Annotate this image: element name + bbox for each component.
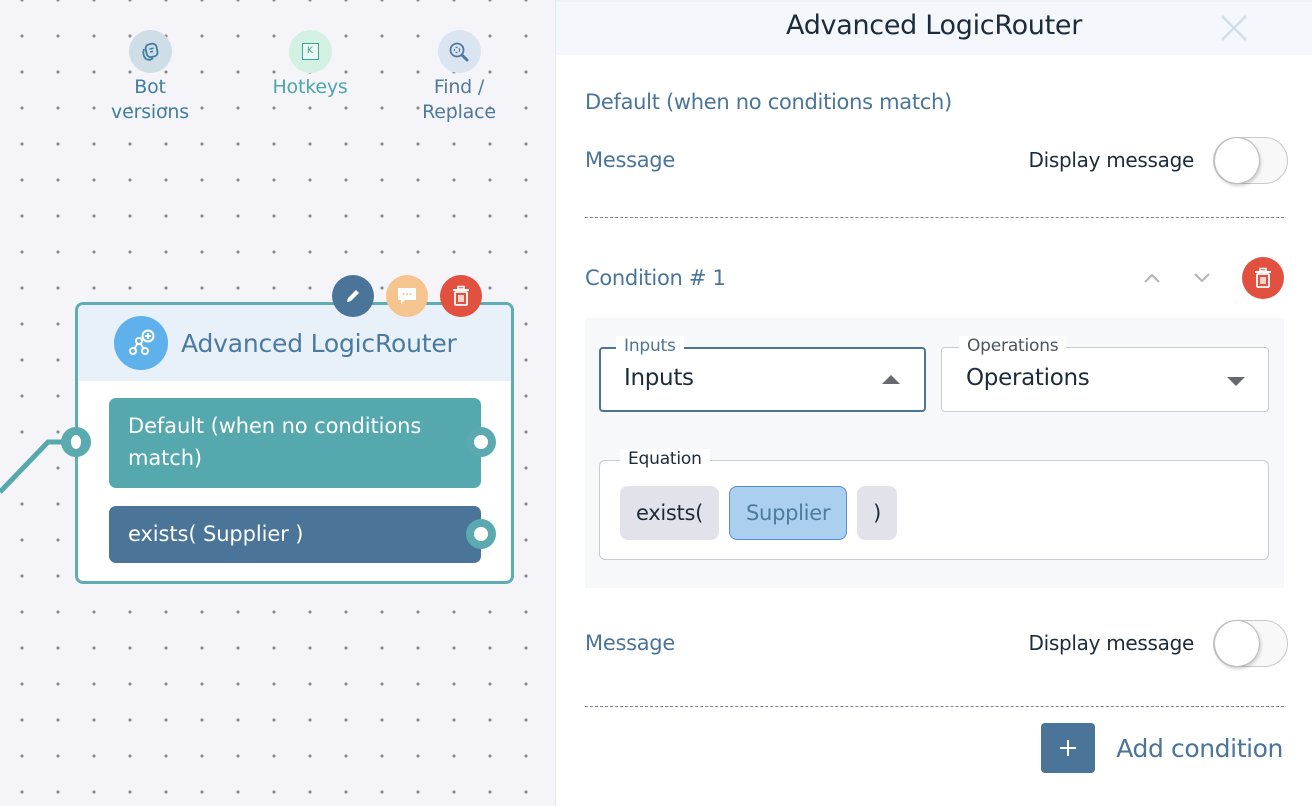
branch-default-port[interactable]: [466, 427, 496, 457]
find-replace-button[interactable]: Find / Replace: [399, 30, 519, 125]
add-condition-row[interactable]: Add condition: [1041, 723, 1283, 773]
operations-legend: Operations: [959, 336, 1067, 356]
find-replace-icon: [437, 30, 481, 73]
condition-1-title: Condition # 1: [585, 266, 726, 290]
caret-down-icon: [1227, 377, 1245, 386]
bot-versions-button[interactable]: Bot versions: [90, 30, 210, 125]
add-condition-button[interactable]: [1041, 723, 1096, 773]
delete-condition-button[interactable]: [1242, 257, 1284, 299]
plus-icon: [1060, 740, 1077, 756]
node-title: Advanced LogicRouter: [181, 328, 457, 358]
edit-node-button[interactable]: [332, 275, 374, 317]
move-condition-up-button[interactable]: [1132, 258, 1172, 298]
equation-field[interactable]: Equation exists( Supplier ): [599, 449, 1269, 560]
inputs-legend: Inputs: [616, 336, 684, 356]
condition-1-display-message-toggle[interactable]: [1213, 619, 1288, 667]
trash-icon: [1255, 267, 1271, 288]
equation-token-function[interactable]: exists(: [620, 486, 720, 540]
inputs-select[interactable]: Inputs Inputs: [599, 336, 926, 412]
add-condition-label[interactable]: Add condition: [1116, 734, 1283, 763]
toggle-knob: [1214, 136, 1260, 184]
panel-title: Advanced LogicRouter: [786, 10, 1082, 41]
node-message-button[interactable]: [386, 275, 428, 317]
inputs-value: Inputs: [624, 365, 694, 391]
section-divider: [585, 706, 1284, 707]
close-icon: [1221, 15, 1247, 41]
branch-default[interactable]: Default (when no conditions match): [109, 398, 481, 488]
equation-token-field[interactable]: Supplier: [729, 486, 848, 540]
condition-1-display-message-label: Display message: [1028, 631, 1195, 655]
operations-value: Operations: [966, 365, 1090, 391]
branch-condition-1-port[interactable]: [466, 519, 496, 549]
trash-icon: [453, 285, 469, 306]
flow-canvas[interactable]: Bot versions K Hotkeys Find / Replace Ad…: [0, 0, 556, 806]
default-message-row: Message Display message: [585, 136, 1288, 184]
hotkeys-icon: K: [288, 30, 332, 73]
bot-versions-label: Bot versions: [111, 76, 189, 123]
condition-1-header: Condition # 1: [585, 256, 1284, 300]
hotkeys-label: Hotkeys: [272, 76, 348, 98]
equation-token-paren[interactable]: ): [857, 486, 898, 540]
operations-select[interactable]: Operations Operations: [941, 336, 1269, 412]
logic-router-icon: [114, 316, 168, 370]
edit-icon: [347, 290, 359, 302]
equation-tokens: exists( Supplier ): [620, 486, 898, 540]
condition-1-message-row: Message Display message: [585, 619, 1288, 667]
hotkeys-button[interactable]: K Hotkeys: [250, 30, 370, 100]
section-divider: [585, 217, 1284, 218]
node-actions: [332, 275, 482, 317]
find-replace-label: Find / Replace: [422, 76, 496, 123]
toggle-knob: [1214, 619, 1260, 667]
equation-legend: Equation: [620, 449, 710, 469]
caret-up-icon: [882, 375, 900, 384]
default-section-title: Default (when no conditions match): [585, 90, 952, 114]
default-display-message-label: Display message: [1028, 148, 1195, 172]
bot-versions-icon: [128, 30, 172, 73]
move-condition-down-button[interactable]: [1182, 258, 1222, 298]
default-display-message-toggle[interactable]: [1213, 136, 1288, 184]
node-input-port[interactable]: [61, 427, 91, 457]
logic-router-node[interactable]: Advanced LogicRouter Default (when no co…: [75, 302, 514, 584]
condition-1-message-label: Message: [585, 631, 675, 655]
condition-1-body: Inputs Inputs Operations Operations Equa…: [585, 318, 1284, 588]
node-settings-panel: Advanced LogicRouter Default (when no co…: [556, 0, 1312, 806]
branch-condition-1[interactable]: exists( Supplier ): [109, 506, 481, 563]
default-message-label: Message: [585, 148, 675, 172]
message-icon: [398, 288, 416, 304]
chevron-down-icon: [1194, 273, 1210, 283]
panel-header: Advanced LogicRouter: [556, 0, 1312, 55]
chevron-up-icon: [1144, 273, 1160, 283]
close-panel-button[interactable]: [1216, 10, 1252, 46]
delete-node-button[interactable]: [440, 275, 482, 317]
